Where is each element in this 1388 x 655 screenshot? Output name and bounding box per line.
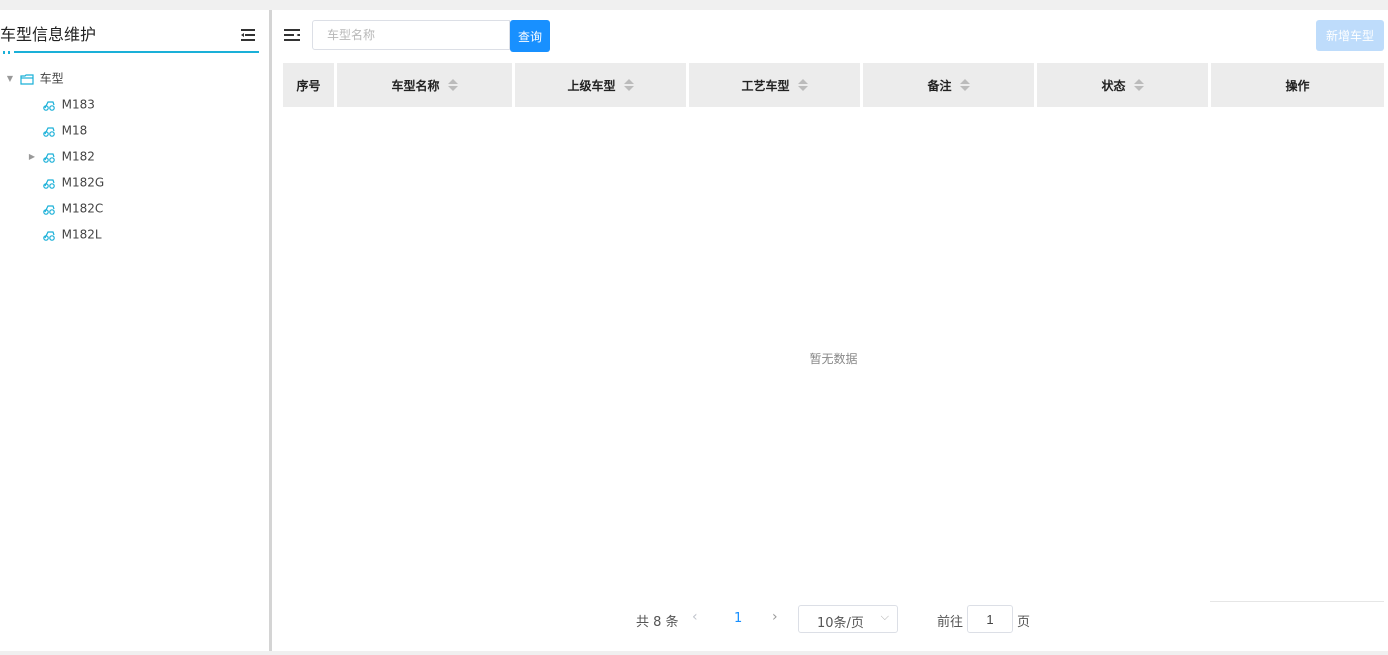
column-header-remark[interactable]: 备注 bbox=[863, 63, 1037, 107]
tree-node-label: M182G bbox=[61, 175, 105, 190]
title-underline bbox=[14, 51, 259, 53]
sort-icon[interactable] bbox=[623, 78, 634, 92]
caret-down-icon[interactable]: ▼ bbox=[4, 68, 16, 90]
tree-root-label: 车型 bbox=[39, 71, 64, 86]
tree-node-label: M183 bbox=[61, 97, 95, 112]
tree-node-label: M18 bbox=[61, 123, 88, 138]
tree-node-label: M182 bbox=[61, 149, 95, 164]
car-link-icon bbox=[43, 126, 55, 137]
column-header-name[interactable]: 车型名称 bbox=[337, 63, 515, 107]
tree-node-m183[interactable]: M183 bbox=[26, 93, 95, 115]
car-link-icon bbox=[43, 152, 55, 163]
page-number[interactable]: 1 bbox=[734, 611, 742, 626]
tree-node-m182[interactable]: ▶ M182 bbox=[26, 145, 95, 167]
pagination-total: 共 8 条 bbox=[636, 615, 679, 630]
app-window: 车型信息维护 ▼ 车型 M183 M18 ▶ M182 M182G M182C … bbox=[0, 10, 1388, 651]
sort-icon[interactable] bbox=[447, 78, 458, 92]
vehicle-table: 序号 车型名称 上级车型 工艺车型 备注 状态 操作 暂无数据 bbox=[283, 63, 1384, 603]
tree-node-m182l[interactable]: M182L bbox=[26, 223, 102, 245]
tree-root-node[interactable]: ▼ 车型 bbox=[4, 67, 64, 89]
sort-icon[interactable] bbox=[1133, 78, 1144, 92]
sidebar-title: 车型信息维护 bbox=[0, 25, 97, 44]
tree-node-label: M182L bbox=[61, 227, 102, 242]
tree-node-m182c[interactable]: M182C bbox=[26, 197, 103, 219]
chevron-down-icon: ⌵ bbox=[880, 610, 889, 623]
sort-icon[interactable] bbox=[959, 78, 970, 92]
title-decoration bbox=[3, 51, 10, 54]
goto-label: 前往 bbox=[937, 615, 964, 630]
next-page-icon[interactable]: › bbox=[772, 609, 778, 625]
car-link-icon bbox=[43, 100, 55, 111]
column-header-index: 序号 bbox=[283, 63, 337, 107]
page-size-select[interactable]: 10条/页 ⌵ bbox=[798, 605, 898, 633]
search-button[interactable]: 查询 bbox=[510, 20, 550, 52]
pagination: 共 8 条 ‹ 1 › 10条/页 ⌵ 前往 页 bbox=[272, 605, 1388, 633]
tree-node-m18[interactable]: M18 bbox=[26, 119, 87, 141]
folder-open-icon bbox=[20, 73, 34, 85]
menu-toggle-icon[interactable] bbox=[284, 28, 300, 42]
column-header-parent[interactable]: 上级车型 bbox=[515, 63, 689, 107]
column-header-status[interactable]: 状态 bbox=[1037, 63, 1211, 107]
empty-state-text: 暂无数据 bbox=[809, 352, 858, 366]
page-size-value: 10条/页 bbox=[817, 616, 864, 631]
sidebar: 车型信息维护 ▼ 车型 M183 M18 ▶ M182 M182G M182C … bbox=[0, 10, 269, 651]
table-header: 序号 车型名称 上级车型 工艺车型 备注 状态 操作 bbox=[283, 63, 1384, 107]
column-header-actions: 操作 bbox=[1211, 63, 1384, 107]
tree-node-label: M182C bbox=[61, 201, 104, 216]
car-link-icon bbox=[43, 230, 55, 241]
table-divider bbox=[1210, 601, 1384, 602]
add-vehicle-button[interactable]: 新增车型 bbox=[1316, 20, 1384, 51]
collapse-menu-icon[interactable] bbox=[239, 27, 257, 43]
goto-page-input[interactable] bbox=[967, 605, 1013, 633]
sort-icon[interactable] bbox=[797, 78, 808, 92]
goto-unit: 页 bbox=[1017, 615, 1031, 630]
vehicle-name-search-input[interactable] bbox=[312, 20, 510, 50]
caret-right-icon[interactable]: ▶ bbox=[26, 146, 38, 168]
prev-page-icon[interactable]: ‹ bbox=[692, 609, 698, 625]
car-link-icon bbox=[43, 204, 55, 215]
main-content: 查询 新增车型 序号 车型名称 上级车型 工艺车型 bbox=[272, 10, 1388, 651]
tree-node-m182g[interactable]: M182G bbox=[26, 171, 104, 193]
car-link-icon bbox=[43, 178, 55, 189]
column-header-process[interactable]: 工艺车型 bbox=[689, 63, 863, 107]
